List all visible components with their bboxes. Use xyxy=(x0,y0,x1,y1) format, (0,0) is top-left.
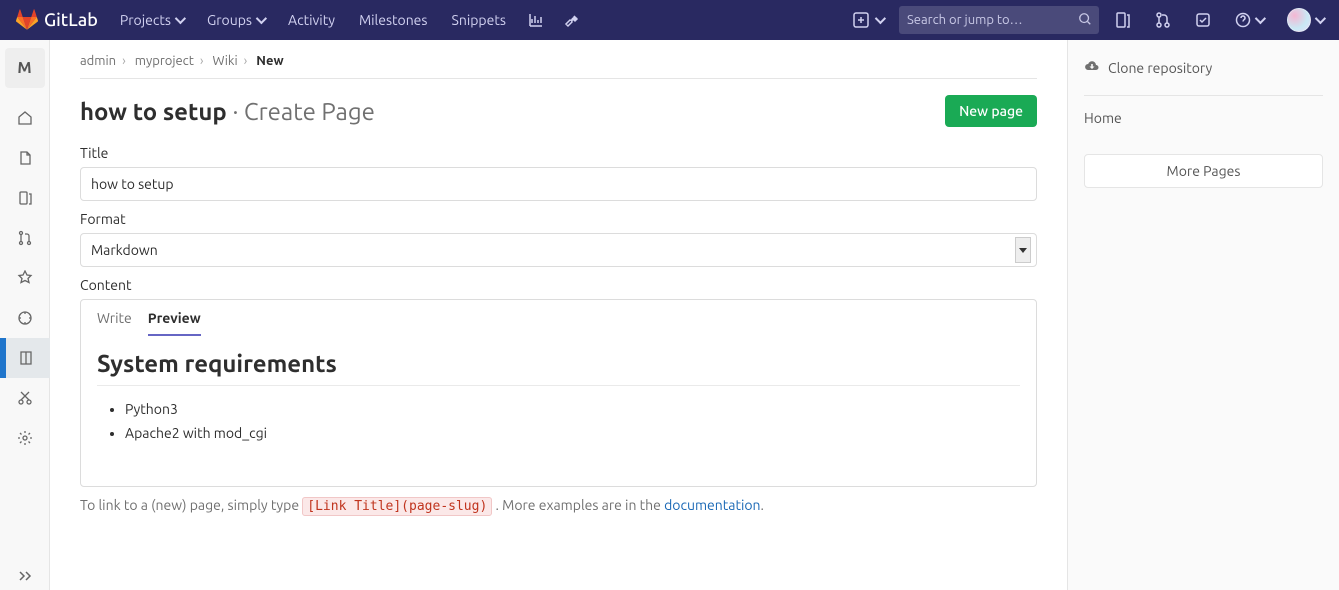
preview-panel: System requirements Python3 Apache2 with… xyxy=(81,336,1036,486)
content-editor: Write Preview System requirements Python… xyxy=(80,299,1037,487)
sidebar-repository[interactable] xyxy=(0,138,50,178)
nav-left: GitLab Projects Groups Activity Mileston… xyxy=(16,4,588,36)
chevron-down-icon xyxy=(256,13,267,24)
top-navbar: GitLab Projects Groups Activity Mileston… xyxy=(0,0,1339,40)
nav-milestones[interactable]: Milestones xyxy=(349,4,438,36)
tab-write[interactable]: Write xyxy=(97,310,132,336)
page-title-sub: · Create Page xyxy=(232,98,374,125)
nav-projects-label: Projects xyxy=(120,12,171,28)
plus-dropdown[interactable] xyxy=(845,6,891,34)
breadcrumb-admin[interactable]: admin xyxy=(80,54,116,68)
preview-list: Python3 Apache2 with mod_cgi xyxy=(97,398,1020,446)
hint-suffix: . xyxy=(761,497,764,513)
nav-projects[interactable]: Projects xyxy=(110,4,193,36)
help-dropdown[interactable] xyxy=(1227,6,1271,34)
chevron-down-icon xyxy=(875,13,886,24)
wiki-sidebar: Clone repository Home More Pages xyxy=(1067,40,1339,590)
format-select[interactable]: Markdown xyxy=(80,233,1037,267)
breadcrumb-wiki[interactable]: Wiki xyxy=(212,54,237,68)
brand-logo[interactable]: GitLab xyxy=(16,9,98,31)
nav-activity[interactable]: Activity xyxy=(278,4,345,36)
sidebar-collapse[interactable] xyxy=(0,568,49,590)
hint-middle: . More examples are in the xyxy=(496,497,665,513)
list-item: Apache2 with mod_cgi xyxy=(125,422,1020,446)
page-title: how to setup · Create Page xyxy=(80,98,375,125)
chevron-down-icon xyxy=(175,13,186,24)
tab-preview[interactable]: Preview xyxy=(148,310,201,336)
project-sidebar: M xyxy=(0,40,50,590)
sidebar-snippets[interactable] xyxy=(0,378,50,418)
format-label: Format xyxy=(80,211,1037,227)
sidebar-overview[interactable] xyxy=(0,98,50,138)
issues-icon[interactable] xyxy=(1107,6,1139,34)
sidebar-wiki[interactable] xyxy=(0,338,50,378)
search-box[interactable] xyxy=(899,6,1099,34)
more-pages-button[interactable]: More Pages xyxy=(1084,154,1323,188)
chart-icon[interactable] xyxy=(520,6,552,34)
link-hint: To link to a (new) page, simply type [Li… xyxy=(80,497,1037,514)
nav-snippets[interactable]: Snippets xyxy=(442,4,516,36)
title-input[interactable] xyxy=(80,167,1037,201)
chevron-down-icon xyxy=(1315,13,1326,24)
wiki-home-link[interactable]: Home xyxy=(1084,110,1323,126)
preview-heading: System requirements xyxy=(97,350,1020,386)
hint-code: [Link Title](page-slug) xyxy=(302,497,492,516)
sidebar-settings[interactable] xyxy=(0,418,50,458)
documentation-link[interactable]: documentation xyxy=(664,497,760,513)
sidebar-issues[interactable] xyxy=(0,178,50,218)
brand-text: GitLab xyxy=(44,10,98,30)
title-label: Title xyxy=(80,145,1037,161)
project-avatar[interactable]: M xyxy=(5,48,45,88)
wrench-icon[interactable] xyxy=(556,6,588,34)
merge-requests-icon[interactable] xyxy=(1147,6,1179,34)
nav-right xyxy=(845,2,1331,38)
nav-snippets-label: Snippets xyxy=(452,12,506,28)
content-label: Content xyxy=(80,277,1037,293)
nav-activity-label: Activity xyxy=(288,12,335,28)
main-content: admin› myproject› Wiki› New how to setup… xyxy=(50,40,1067,590)
nav-groups[interactable]: Groups xyxy=(197,4,274,36)
hint-prefix: To link to a (new) page, simply type xyxy=(80,497,302,513)
sidebar-operations[interactable] xyxy=(0,298,50,338)
new-page-button[interactable]: New page xyxy=(945,95,1037,127)
user-avatar xyxy=(1287,8,1311,32)
nav-milestones-label: Milestones xyxy=(359,12,428,28)
sidebar-merge-requests[interactable] xyxy=(0,218,50,258)
breadcrumb-project[interactable]: myproject xyxy=(135,54,194,68)
nav-groups-label: Groups xyxy=(207,12,252,28)
search-input[interactable] xyxy=(907,13,1078,27)
breadcrumb-current: New xyxy=(256,54,283,68)
cloud-download-icon xyxy=(1084,58,1100,77)
list-item: Python3 xyxy=(125,398,1020,422)
todos-icon[interactable] xyxy=(1187,6,1219,34)
user-menu[interactable] xyxy=(1279,2,1331,38)
breadcrumb: admin› myproject› Wiki› New xyxy=(80,50,1037,79)
clone-repository-label: Clone repository xyxy=(1108,60,1212,76)
gitlab-icon xyxy=(16,9,38,31)
chevron-down-icon xyxy=(1255,13,1266,24)
sidebar-cicd[interactable] xyxy=(0,258,50,298)
page-title-main: how to setup xyxy=(80,98,227,125)
clone-repository[interactable]: Clone repository xyxy=(1084,58,1323,96)
search-icon xyxy=(1078,12,1092,29)
